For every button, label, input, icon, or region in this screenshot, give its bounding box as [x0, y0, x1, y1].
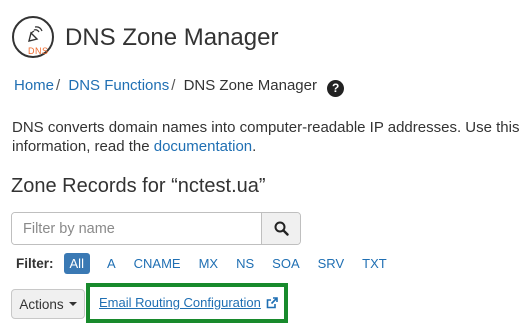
actions-label: Actions — [19, 296, 64, 312]
zone-records-heading: Zone Records for “nctest.ua” — [11, 175, 266, 197]
description-line-1: DNS converts domain names into computer-… — [12, 119, 522, 136]
breadcrumb: Home / DNS Functions / DNS Zone Manager ? — [14, 77, 345, 97]
search-icon — [274, 221, 289, 236]
dns-logo-icon: DNS — [12, 16, 54, 58]
filter-option-ns[interactable]: NS — [229, 253, 261, 274]
breadcrumb-current: DNS Zone Manager — [183, 77, 317, 94]
filter-option-mx[interactable]: MX — [192, 253, 226, 274]
filter-option-soa[interactable]: SOA — [265, 253, 306, 274]
breadcrumb-separator: / — [171, 77, 176, 94]
breadcrumb-home-link[interactable]: Home — [14, 77, 54, 94]
logo-text: DNS — [28, 46, 49, 56]
filter-option-all[interactable]: All — [63, 252, 90, 274]
filter-option-cname[interactable]: CNAME — [127, 253, 188, 274]
filter-by-name-input[interactable] — [12, 213, 261, 244]
page-title: DNS Zone Manager — [65, 24, 279, 51]
email-routing-configuration-link[interactable]: Email Routing Configuration — [99, 295, 278, 310]
filter-label: Filter: — [16, 255, 54, 271]
page-header: DNS DNS Zone Manager — [12, 12, 512, 60]
caret-down-icon — [68, 302, 77, 306]
help-icon[interactable]: ? — [327, 80, 345, 97]
actions-dropdown-button[interactable]: Actions — [11, 289, 85, 319]
external-link-icon — [266, 296, 278, 308]
email-routing-label: Email Routing Configuration — [99, 295, 261, 310]
description-text: information, read the — [12, 138, 154, 155]
breadcrumb-dns-functions-link[interactable]: DNS Functions — [68, 77, 169, 94]
search-button[interactable] — [261, 213, 300, 244]
search-group — [11, 212, 301, 245]
filter-bar: Filter: All A CNAME MX NS SOA SRV TXT — [16, 252, 398, 274]
description-period: . — [252, 138, 257, 155]
filter-option-a[interactable]: A — [100, 253, 123, 274]
breadcrumb-separator: / — [56, 77, 61, 94]
filter-option-txt[interactable]: TXT — [355, 253, 394, 274]
description-line-2: information, read the documentation. — [12, 137, 522, 156]
filter-option-srv[interactable]: SRV — [311, 253, 352, 274]
documentation-link[interactable]: documentation — [154, 138, 252, 155]
page-description: DNS converts domain names into computer-… — [12, 118, 522, 156]
